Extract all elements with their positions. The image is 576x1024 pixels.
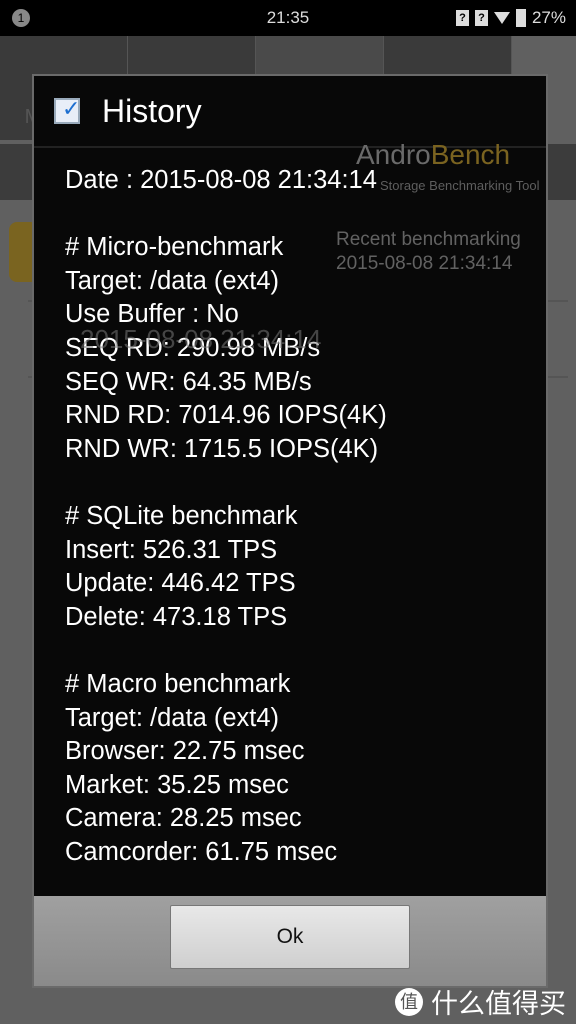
battery-icon xyxy=(515,9,526,27)
checklist-icon xyxy=(54,96,80,124)
recent-value: 2015-08-08 21:34:14 xyxy=(336,253,513,274)
detail-line: Insert: 526.31 TPS xyxy=(65,535,278,564)
detail-line: RND RD: 7014.96 IOPS(4K) xyxy=(65,401,387,430)
battery-level: 27% xyxy=(531,8,566,27)
dialog-footer: Ok xyxy=(34,896,546,986)
detail-line xyxy=(65,198,546,232)
logo-andro: Andro xyxy=(356,139,431,170)
wifi-icon xyxy=(493,12,510,24)
ok-button[interactable]: Ok xyxy=(170,905,410,969)
dialog-title: History xyxy=(102,92,202,129)
watermark: 值 什么值得买 xyxy=(395,982,566,1021)
status-bar: 1 21:35 ? ? 27% xyxy=(0,0,576,36)
detail-line: Target: /data (ext4) xyxy=(65,703,280,732)
detail-line: Camera: 28.25 msec xyxy=(65,804,302,833)
history-item[interactable]: 2015-08-08 21:34:14 xyxy=(80,324,321,354)
watermark-text: 什么值得买 xyxy=(431,989,566,1019)
detail-line: # Macro benchmark xyxy=(65,669,291,698)
detail-line xyxy=(65,466,546,500)
logo-bench: Bench xyxy=(430,139,511,170)
detail-line: # SQLite benchmark xyxy=(65,501,298,530)
detail-line: Market: 35.25 msec xyxy=(65,770,289,799)
watermark-logo-icon: 值 xyxy=(395,987,423,1016)
detail-line: SEQ WR: 64.35 MB/s xyxy=(65,367,312,396)
detail-line: Browser: 22.75 msec xyxy=(65,737,305,766)
detail-line xyxy=(65,634,546,668)
logo-subtitle: Storage Benchmarking Tool xyxy=(380,178,540,193)
history-dialog: History Date : 2015-08-08 21:34:14# Micr… xyxy=(32,74,548,988)
detail-line: Camcorder: 61.75 msec xyxy=(65,837,338,866)
recent-benchmarking: Recent benchmarking 2015-08-08 21:34:14 xyxy=(336,228,521,276)
detail-line: Update: 446.42 TPS xyxy=(65,569,296,598)
detail-line: Delete: 473.18 TPS xyxy=(65,602,288,631)
sim2-icon: ? xyxy=(474,10,488,26)
dialog-title-bar: History xyxy=(34,76,546,148)
recent-label: Recent benchmarking xyxy=(336,229,521,250)
detail-line: RND WR: 1715.5 IOPS(4K) xyxy=(65,434,379,463)
sim1-icon: ? xyxy=(455,10,469,26)
androbench-logo: AndroBench xyxy=(356,140,510,170)
